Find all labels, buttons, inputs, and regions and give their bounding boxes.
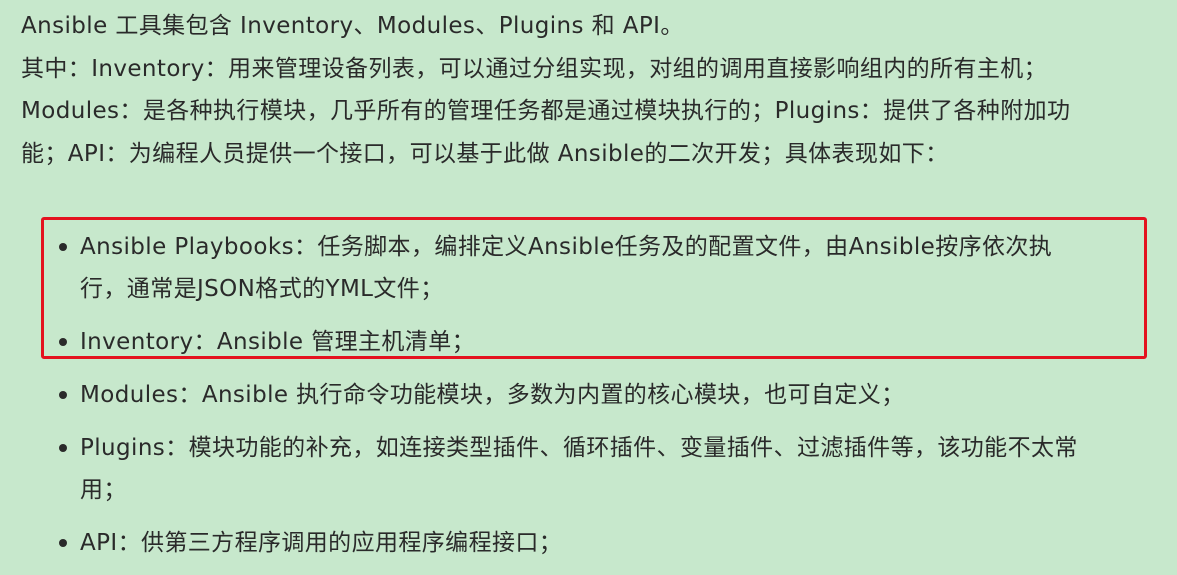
- list-item-text: Modules：Ansible 执行命令功能模块，多数为内置的核心模块，也可自定…: [80, 382, 905, 408]
- list-item-text: Ansible Playbooks：任务脚本，编排定义Ansible任务及的配置…: [80, 234, 1053, 302]
- list-item-playbooks: Ansible Playbooks：任务脚本，编排定义Ansible任务及的配置…: [21, 226, 1091, 310]
- description-paragraph: 其中：Inventory：用来管理设备列表，可以通过分组实现，对组的调用直接影响…: [21, 55, 1071, 167]
- intro-paragraph: Ansible 工具集包含 Inventory、Modules、Plugins …: [21, 13, 684, 39]
- list-item-plugins: Plugins：模块功能的补充，如连接类型插件、循环插件、变量插件、过滤插件等，…: [21, 427, 1091, 511]
- bullet-icon: [59, 444, 67, 452]
- bullet-icon: [59, 338, 67, 346]
- list-item-modules: Modules：Ansible 执行命令功能模块，多数为内置的核心模块，也可自定…: [21, 374, 1091, 416]
- article-body: Ansible 工具集包含 Inventory、Modules、Plugins …: [21, 5, 1101, 175]
- bullet-icon: [59, 539, 67, 547]
- list-item-text: Inventory：Ansible 管理主机清单；: [80, 329, 475, 355]
- bullet-icon: [59, 243, 67, 251]
- list-item-inventory: Inventory：Ansible 管理主机清单；: [21, 321, 1091, 363]
- bullet-icon: [59, 391, 67, 399]
- feature-list: Ansible Playbooks：任务脚本，编排定义Ansible任务及的配置…: [21, 226, 1091, 575]
- list-item-text: API：供第三方程序调用的应用程序编程接口；: [80, 530, 563, 556]
- list-item-api: API：供第三方程序调用的应用程序编程接口；: [21, 522, 1091, 564]
- list-item-text: Plugins：模块功能的补充，如连接类型插件、循环插件、变量插件、过滤插件等，…: [80, 435, 1078, 503]
